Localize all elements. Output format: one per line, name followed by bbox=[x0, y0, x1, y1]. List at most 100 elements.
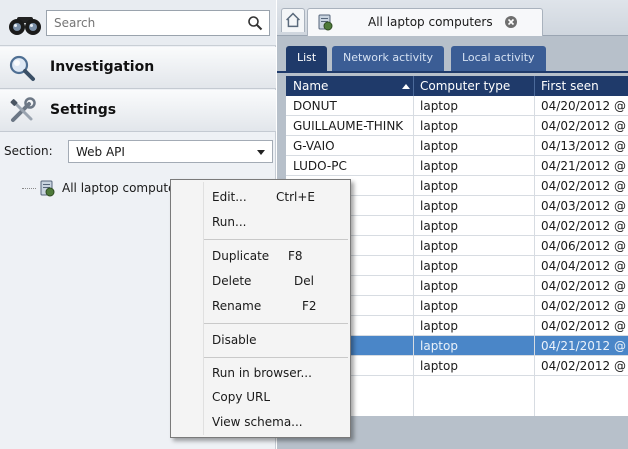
menu-item-duplicate[interactable]: Duplicate F8 bbox=[172, 245, 349, 267]
home-icon bbox=[286, 12, 300, 28]
menu-item-label: Rename bbox=[212, 299, 262, 313]
context-menu: Edit... Ctrl+E Run... Duplicate F8 Delet… bbox=[170, 179, 351, 438]
script-computer-icon bbox=[318, 14, 333, 31]
menu-item-delete[interactable]: Delete Del bbox=[172, 270, 349, 292]
cell-computer-type: laptop bbox=[420, 299, 458, 313]
binoculars-icon[interactable] bbox=[8, 14, 42, 36]
cell-computer-type: laptop bbox=[420, 119, 458, 133]
cell-computer-type: laptop bbox=[420, 339, 458, 353]
tab-network-activity[interactable]: Network activity bbox=[332, 46, 444, 71]
cell-first-seen: 04/04/2012 @ 0 bbox=[541, 259, 628, 273]
menu-item-view-schema[interactable]: View schema... bbox=[172, 411, 349, 433]
menu-item-rename[interactable]: Rename F2 bbox=[172, 295, 349, 317]
magnifier-icon bbox=[9, 55, 35, 81]
search-icon[interactable] bbox=[247, 15, 263, 31]
cell-computer-type: laptop bbox=[420, 159, 458, 173]
menu-item-edit[interactable]: Edit... Ctrl+E bbox=[172, 186, 349, 208]
cell-first-seen: 04/03/2012 @ 0 bbox=[541, 199, 628, 213]
cell-name: G-VAIO bbox=[293, 139, 335, 153]
chevron-down-icon bbox=[257, 150, 265, 155]
cell-name: LUDO-PC bbox=[293, 159, 347, 173]
menu-item-run[interactable]: Run... bbox=[172, 211, 349, 233]
close-icon[interactable] bbox=[504, 15, 518, 29]
cell-first-seen: 04/21/2012 @ 0 bbox=[541, 339, 628, 353]
table-row[interactable]: DONUT laptop 04/20/2012 @ 1 bbox=[286, 96, 628, 116]
menu-item-label: Disable bbox=[212, 333, 257, 347]
cell-first-seen: 04/13/2012 @ 0 bbox=[541, 139, 628, 153]
search-bar bbox=[0, 0, 276, 46]
menu-item-label: Copy URL bbox=[212, 390, 271, 404]
tabstrip-underline bbox=[277, 71, 628, 73]
menu-item-label: View schema... bbox=[212, 415, 303, 429]
cell-first-seen: 04/20/2012 @ 1 bbox=[541, 99, 628, 113]
document-tab[interactable]: All laptop computers bbox=[307, 8, 543, 36]
cell-computer-type: laptop bbox=[420, 199, 458, 213]
menu-item-run-in-browser[interactable]: Run in browser... bbox=[172, 362, 349, 384]
section-label: Section: bbox=[4, 144, 53, 158]
cell-first-seen: 04/02/2012 @ 1 bbox=[541, 179, 628, 193]
cell-computer-type: laptop bbox=[420, 279, 458, 293]
menu-separator bbox=[204, 239, 348, 240]
cell-name: DONUT bbox=[293, 99, 337, 113]
nav-investigation-label: Investigation bbox=[50, 59, 155, 75]
cell-first-seen: 04/21/2012 @ 1 bbox=[541, 159, 628, 173]
cell-computer-type: laptop bbox=[420, 259, 458, 273]
menu-shortcut: Ctrl+E bbox=[276, 190, 315, 204]
cell-first-seen: 04/02/2012 @ 0 bbox=[541, 279, 628, 293]
column-divider bbox=[534, 96, 535, 416]
column-divider bbox=[413, 96, 414, 416]
column-separator[interactable] bbox=[413, 76, 414, 96]
document-tab-title: All laptop computers bbox=[368, 15, 493, 29]
menu-item-copy-url[interactable]: Copy URL bbox=[172, 386, 349, 408]
menu-item-label: Run in browser... bbox=[212, 366, 312, 380]
nav-settings-label: Settings bbox=[50, 102, 117, 118]
view-tabstrip: List Network activity Local activity bbox=[277, 37, 628, 73]
table-header: Name Computer type First seen bbox=[286, 76, 628, 96]
column-header-name[interactable]: Name bbox=[293, 79, 328, 93]
nav-settings-button[interactable]: Settings bbox=[0, 90, 276, 132]
cell-first-seen: 04/02/2012 @ 0 bbox=[541, 319, 628, 333]
nav-investigation-button[interactable]: Investigation bbox=[0, 47, 276, 89]
cell-first-seen: 04/02/2012 @ 0 bbox=[541, 359, 628, 373]
cell-first-seen: 04/02/2012 @ 0 bbox=[541, 219, 628, 233]
menu-item-label: Delete bbox=[212, 274, 252, 288]
menu-separator bbox=[204, 323, 348, 324]
section-row: Section: Web API bbox=[0, 135, 276, 167]
cell-computer-type: laptop bbox=[420, 239, 458, 253]
tab-list[interactable]: List bbox=[286, 46, 328, 71]
menu-item-label: Edit... bbox=[212, 190, 247, 204]
tree-connector bbox=[22, 188, 36, 189]
search-input[interactable] bbox=[47, 11, 237, 35]
column-separator[interactable] bbox=[534, 76, 535, 96]
home-tab[interactable] bbox=[281, 8, 305, 32]
tree-item-label: All laptop computers bbox=[62, 181, 187, 195]
cell-computer-type: laptop bbox=[420, 359, 458, 373]
column-header-computer-type[interactable]: Computer type bbox=[420, 79, 510, 93]
cell-computer-type: laptop bbox=[420, 179, 458, 193]
menu-separator bbox=[204, 357, 348, 358]
column-header-first-seen[interactable]: First seen bbox=[541, 79, 599, 93]
cell-computer-type: laptop bbox=[420, 139, 458, 153]
cell-first-seen: 04/02/2012 @ 0 bbox=[541, 299, 628, 313]
menu-shortcut: F2 bbox=[302, 299, 317, 313]
section-dropdown[interactable]: Web API bbox=[68, 140, 273, 163]
menu-item-disable[interactable]: Disable bbox=[172, 329, 349, 351]
sort-ascending-icon bbox=[402, 84, 410, 89]
cell-computer-type: laptop bbox=[420, 219, 458, 233]
cell-first-seen: 04/02/2012 @ 0 bbox=[541, 119, 628, 133]
cell-computer-type: laptop bbox=[420, 99, 458, 113]
tab-local-activity[interactable]: Local activity bbox=[451, 46, 546, 71]
cell-first-seen: 04/06/2012 @ 0 bbox=[541, 239, 628, 253]
menu-item-label: Run... bbox=[212, 215, 247, 229]
menu-shortcut: Del bbox=[294, 274, 314, 288]
script-computer-icon bbox=[40, 180, 55, 197]
section-value: Web API bbox=[76, 145, 125, 159]
menu-shortcut: F8 bbox=[288, 249, 303, 263]
cell-computer-type: laptop bbox=[420, 319, 458, 333]
table-row[interactable]: G-VAIO laptop 04/13/2012 @ 0 bbox=[286, 136, 628, 156]
table-row[interactable]: LUDO-PC laptop 04/21/2012 @ 1 bbox=[286, 156, 628, 176]
menu-item-label: Duplicate bbox=[212, 249, 270, 263]
search-field[interactable] bbox=[46, 10, 270, 36]
cell-name: GUILLAUME-THINK bbox=[293, 119, 404, 133]
table-row[interactable]: GUILLAUME-THINK laptop 04/02/2012 @ 0 bbox=[286, 116, 628, 136]
